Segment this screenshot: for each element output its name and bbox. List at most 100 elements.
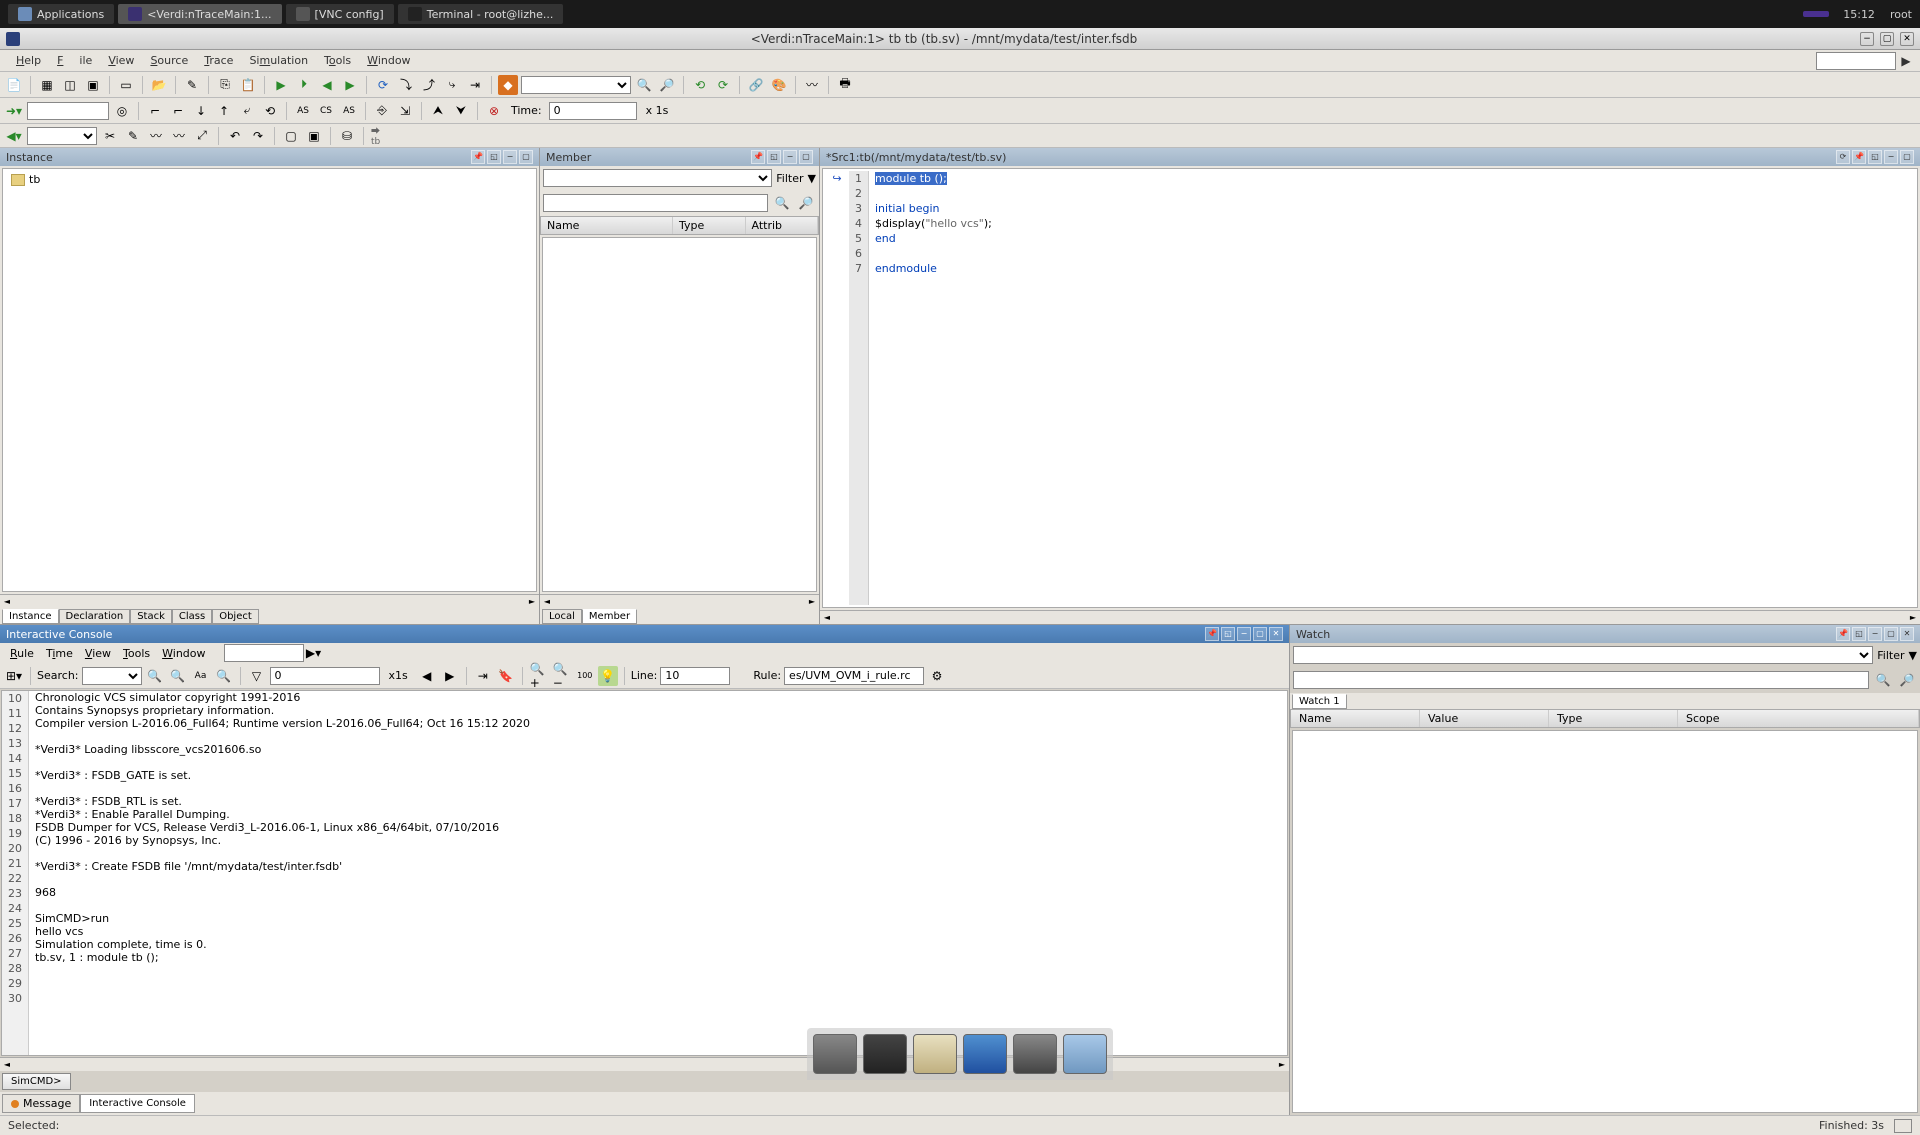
filter-funnel-icon[interactable]: ▽ [247,666,267,686]
detach-icon[interactable]: ◱ [487,150,501,164]
detach-icon[interactable]: ◱ [1868,150,1882,164]
menu-file[interactable]: File [49,52,100,69]
stop-icon[interactable]: ⊗ [484,101,504,121]
sig-down-icon[interactable]: ⮟ [451,101,471,121]
pin-icon[interactable]: 📌 [471,150,485,164]
as2-icon[interactable]: AS [339,101,359,121]
close-button[interactable]: ✕ [1900,32,1914,46]
paste-icon[interactable]: 📋 [238,75,258,95]
tab-object[interactable]: Object [212,609,259,624]
edit2-icon[interactable]: ✎ [123,126,143,146]
wcol-scope[interactable]: Scope [1678,710,1919,727]
panel-min-icon[interactable]: − [783,150,797,164]
tab-local[interactable]: Local [542,609,582,624]
menu-trace[interactable]: Trace [196,52,241,69]
tab-interactive-console[interactable]: Interactive Console [80,1094,195,1113]
cmenu-tools[interactable]: Tools [117,646,156,661]
zoom-in-icon[interactable]: 🔍+ [529,666,549,686]
member-find-icon[interactable]: 🔍 [772,193,792,213]
expand2-icon[interactable]: ⤢ [192,126,212,146]
nav-back-icon[interactable]: ◀▾ [4,126,24,146]
tab-message[interactable]: Message [2,1094,80,1113]
hier-icon[interactable]: ⎆ [372,101,392,121]
trace6-icon[interactable]: ⟲ [260,101,280,121]
reload-icon[interactable]: ⟳ [713,75,733,95]
zoom-out-icon[interactable]: 🔍− [552,666,572,686]
trace2-icon[interactable]: ⌐ [168,101,188,121]
step-back-icon[interactable]: ◀ [417,666,437,686]
source-header[interactable]: *Src1:tb(/mnt/mydata/test/tb.sv) ⟳ 📌 ◱ −… [820,148,1920,166]
wave3-icon[interactable]: 〰 [169,126,189,146]
trace4-icon[interactable]: ↑ [214,101,234,121]
instance-header[interactable]: Instance 📌 ◱ − ▢ [0,148,539,166]
pin-icon[interactable]: 📌 [1836,627,1850,641]
watch-search-input[interactable] [1293,671,1869,689]
maximize-button[interactable]: ▢ [1880,32,1894,46]
status-box-icon[interactable] [1894,1119,1912,1133]
watch-filter-dropdown-icon[interactable]: ▼ [1909,649,1917,662]
tab-class[interactable]: Class [172,609,212,624]
find-icon[interactable]: 🔍 [634,75,654,95]
dock-folder-icon[interactable] [1063,1034,1107,1074]
member-combo[interactable] [543,169,772,187]
panel-min-icon[interactable]: − [503,150,517,164]
console-search-top[interactable] [224,644,304,662]
source-scroll[interactable] [820,610,1920,624]
tab-instance[interactable]: Instance [2,609,59,624]
window-grid-icon[interactable]: ▣ [83,75,103,95]
cmenu-view[interactable]: View [79,646,117,661]
wave-icon[interactable]: 〰 [802,75,822,95]
menu-window[interactable]: Window [359,52,418,69]
nav-combo[interactable] [27,127,97,145]
tab-watch1[interactable]: Watch 1 [1292,694,1347,709]
watch-find-icon[interactable]: 🔍 [1873,670,1893,690]
edit-icon[interactable]: ✎ [182,75,202,95]
refresh-icon[interactable]: ⟳ [373,75,393,95]
task-verdi[interactable]: <Verdi:nTraceMain:1... [118,4,281,24]
sync-src-icon[interactable]: ⟳ [1836,150,1850,164]
panel-close-icon[interactable]: ✕ [1900,627,1914,641]
sync-icon[interactable]: ⟲ [690,75,710,95]
task-terminal[interactable]: Terminal - root@lizhe... [398,4,564,24]
redo-icon[interactable]: ↷ [248,126,268,146]
target-icon[interactable]: ◎ [112,101,132,121]
trace1-icon[interactable]: ⌐ [145,101,165,121]
open-folder-icon[interactable]: 📂 [149,75,169,95]
search-word-icon[interactable]: 🔍 [214,666,234,686]
panel-max-icon[interactable]: ▢ [519,150,533,164]
instance-body[interactable]: tb [2,168,537,592]
find-all-icon[interactable]: 🔎 [657,75,677,95]
detach-icon[interactable]: ◱ [1221,627,1235,641]
cmenu-time[interactable]: Time [40,646,79,661]
cursor-icon[interactable]: ◆ [498,75,518,95]
tab-stack[interactable]: Stack [130,609,172,624]
panel-min-icon[interactable]: − [1884,150,1898,164]
task-vnc[interactable]: [VNC config] [286,4,394,24]
dock-files-icon[interactable] [913,1034,957,1074]
panel-max-icon[interactable]: ▢ [799,150,813,164]
cut-icon[interactable]: ✂ [100,126,120,146]
col-name[interactable]: Name [541,217,673,234]
search-box-top[interactable] [1816,52,1896,70]
copy-icon[interactable]: ⎘ [215,75,235,95]
step-over-icon[interactable]: ⤴ [419,75,439,95]
cs-icon[interactable]: CS [316,101,336,121]
console-output[interactable]: 1011121314151617181920212223242526272829… [1,690,1288,1056]
palette-icon[interactable]: 🎨 [769,75,789,95]
pin-icon[interactable]: 📌 [1852,150,1866,164]
window-tile-icon[interactable]: ▦ [37,75,57,95]
panel-max-icon[interactable]: ▢ [1253,627,1267,641]
goto-icon[interactable]: ➜▾ [4,101,24,121]
goto-input[interactable] [27,102,109,120]
watch-body[interactable] [1292,730,1918,1113]
watch-findall-icon[interactable]: 🔎 [1897,670,1917,690]
block2-icon[interactable]: ▣ [304,126,324,146]
dock-desktop-icon[interactable] [813,1034,857,1074]
search-prev-icon[interactable]: 🔍 [168,666,188,686]
member-header[interactable]: Member 📌 ◱ − ▢ [540,148,819,166]
sig-up-icon[interactable]: ⮝ [428,101,448,121]
panel-min-icon[interactable]: − [1237,627,1251,641]
block1-icon[interactable]: ▢ [281,126,301,146]
source-body[interactable]: ↪ 1234567 module tb (); initial begin $d… [822,168,1918,608]
detach-icon[interactable]: ◱ [1852,627,1866,641]
